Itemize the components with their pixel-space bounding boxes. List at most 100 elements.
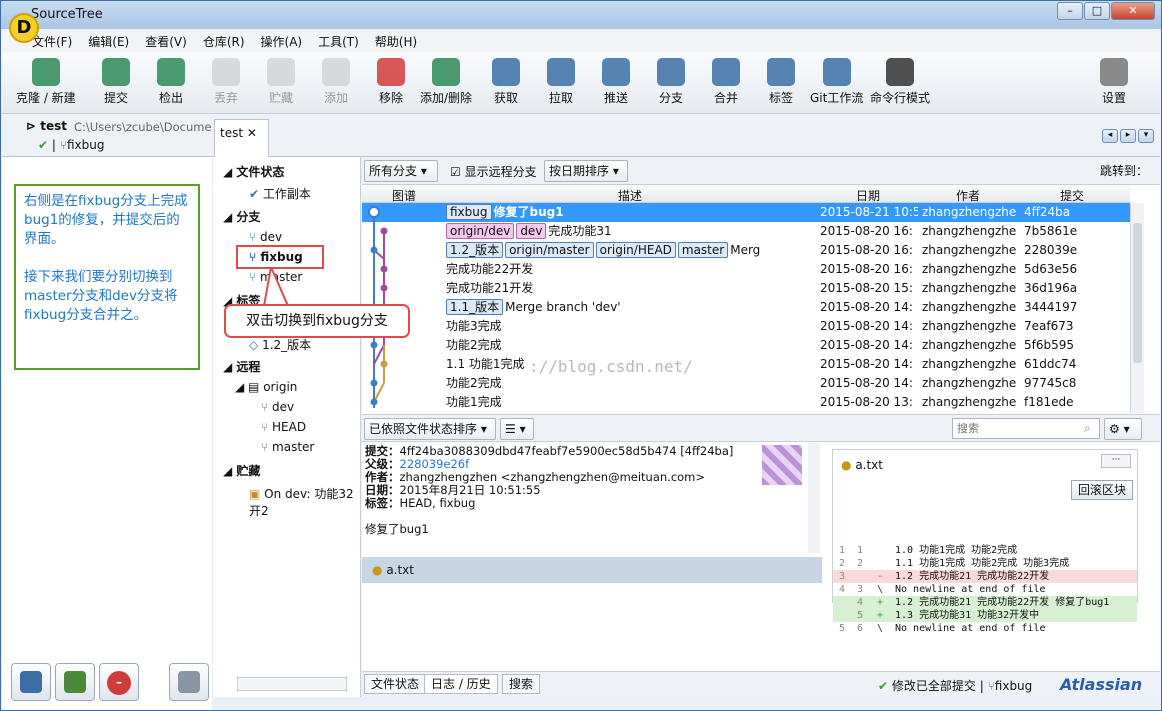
commit-row[interactable]: 1.1 功能1完成 2015-08-20 14: zhangzhengzhe 61dd… xyxy=(362,355,1130,374)
show-remote-checkbox[interactable]: ☑ 显示远程分支 xyxy=(450,163,537,180)
toolbar-icon xyxy=(602,58,630,86)
tab-scroll-right-icon[interactable]: ▸ xyxy=(1120,129,1136,143)
diff-options-button[interactable]: ··· xyxy=(1101,454,1131,468)
commit-row[interactable]: origin/dev dev 完成功能31 2015-08-20 16: zhangzh… xyxy=(362,222,1130,241)
commit-author: zhangzhengzhe xyxy=(922,205,1017,219)
toolbar-button-12[interactable]: 合并 xyxy=(712,58,740,106)
toolbar-button-0[interactable]: 克隆 / 新建 xyxy=(16,58,76,106)
settings-dropdown[interactable]: ⚙ ▾ xyxy=(1104,418,1142,440)
commit-row[interactable]: fixbug 修复了bug1 2015-08-21 10:5 zhangzhengzh… xyxy=(362,203,1130,222)
tab-test[interactable]: test ✕ xyxy=(214,119,269,157)
sidebar-item-remote-dev[interactable]: ⑂ dev xyxy=(261,400,294,414)
toolbar-button-13[interactable]: 标签 xyxy=(767,58,795,106)
add-folder-button[interactable] xyxy=(55,663,95,701)
status-bar: 文件状态 日志 / 历史 搜索 ✔ 修改已全部提交 | ⑂fixbug Atla… xyxy=(362,671,1160,697)
jump-to-button[interactable]: 跳转到： xyxy=(1100,162,1148,179)
tab-file-status[interactable]: 文件状态 xyxy=(364,674,427,694)
sidebar-item-working-copy[interactable]: ✔ 工作副本 xyxy=(249,185,311,202)
branch-filter-dropdown[interactable]: 所有分支 ▾ xyxy=(364,160,438,182)
menu-item-1[interactable]: 编辑(E) xyxy=(88,33,129,50)
toolbar-button-11[interactable]: 分支 xyxy=(657,58,685,106)
add-repo-button[interactable] xyxy=(11,663,51,701)
commit-row[interactable]: 完成功能22开发 2015-08-20 16: zhangzhengzhe 5d63e… xyxy=(362,260,1130,279)
toolbar-button-1[interactable]: 提交 xyxy=(102,58,130,106)
file-sort-dropdown[interactable]: 已依照文件状态排序 ▾ xyxy=(364,418,496,440)
sort-dropdown[interactable]: 按日期排序 ▾ xyxy=(544,160,628,182)
main-area: 所有分支 ▾ ☑ 显示远程分支 按日期排序 ▾ 跳转到： 图谱 描述 日期 作者… xyxy=(362,157,1160,697)
toolbar-button-3[interactable]: 丢弃 xyxy=(212,58,240,106)
commit-list-scrollbar[interactable] xyxy=(1130,203,1144,413)
toolbar-button-6[interactable]: 移除 xyxy=(377,58,405,106)
menu-item-4[interactable]: 操作(A) xyxy=(261,33,303,50)
maximize-button[interactable]: □ xyxy=(1084,2,1110,20)
commit-row[interactable]: 1.2_版本 origin/master origin/HEAD master Merg… xyxy=(362,241,1130,260)
watermark: ://blog.csdn.net/ xyxy=(529,357,693,376)
repo-name[interactable]: ⊳ test xyxy=(26,119,67,133)
toolbar-icon xyxy=(432,58,461,86)
ref-badge: 1.1_版本 xyxy=(446,299,504,315)
commit-row[interactable]: 功能1完成 2015-08-20 13: zhangzhengzhe f181ede xyxy=(362,393,1130,412)
toolbar-icon xyxy=(1100,58,1128,86)
tab-log-history[interactable]: 日志 / 历史 xyxy=(424,674,498,694)
changed-file-row[interactable]: ● a.txt xyxy=(362,557,822,583)
commit-hash: 5f6b595 xyxy=(1024,338,1075,352)
section-file-status[interactable]: ◢ 文件状态 xyxy=(223,163,284,180)
tab-list-icon[interactable]: ▾ xyxy=(1138,129,1154,143)
repo-tab-strip: ⊳ test C:\Users\zcube\Docume ✔ | ⑂fixbug… xyxy=(2,114,1160,157)
parent-link[interactable]: 228039e26f xyxy=(400,457,470,471)
repo-branch: ✔ | ⑂fixbug xyxy=(38,138,105,152)
tree-hscrollbar[interactable] xyxy=(237,677,347,691)
sidebar-item-stash[interactable]: ▣ On dev: 功能32开2 xyxy=(249,485,360,519)
diff-line: 4 +1.2 完成功能21 完成功能22开发 修复了bug1 xyxy=(833,596,1137,609)
details-scrollbar[interactable] xyxy=(808,443,820,553)
toolbar-button-16[interactable]: 设置 xyxy=(1100,58,1128,106)
commit-row[interactable]: 完成功能21开发 2015-08-20 15: zhangzhengzhe 36d19… xyxy=(362,279,1130,298)
commit-row[interactable]: 功能2完成 2015-08-20 14: zhangzhengzhe 97745c8 xyxy=(362,374,1130,393)
sidebar-item-remote-master[interactable]: ⑂ master xyxy=(261,440,314,454)
sidebar-item-remote-head[interactable]: ⑂ HEAD xyxy=(261,420,306,434)
commit-author: zhangzhengzhe xyxy=(922,262,1017,276)
close-tab-icon[interactable]: ✕ xyxy=(247,126,257,140)
toolbar-button-5[interactable]: 添加 xyxy=(322,58,350,106)
sidebar-item-branch-dev[interactable]: ⑂ dev xyxy=(249,230,282,244)
tab-scroll-left-icon[interactable]: ◂ xyxy=(1102,129,1118,143)
repo-settings-button[interactable] xyxy=(169,663,209,701)
commit-date: 2015-08-20 13: xyxy=(820,395,913,409)
search-input[interactable] xyxy=(952,418,1100,439)
menu-item-5[interactable]: 工具(T) xyxy=(318,33,359,50)
menu-item-0[interactable]: 文件(F) xyxy=(32,33,72,50)
toolbar-button-8[interactable]: 获取 xyxy=(492,58,520,106)
toolbar-button-9[interactable]: 拉取 xyxy=(547,58,575,106)
commit-row[interactable]: 功能3完成 2015-08-20 14: zhangzhengzhe 7eaf673 xyxy=(362,317,1130,336)
col-description[interactable]: 描述 xyxy=(618,187,642,204)
toolbar-button-10[interactable]: 推送 xyxy=(602,58,630,106)
toolbar-button-2[interactable]: 检出 xyxy=(157,58,185,106)
menu-item-6[interactable]: 帮助(H) xyxy=(375,33,417,50)
commit-description: 完成功能31 xyxy=(548,224,612,238)
tab-search[interactable]: 搜索 xyxy=(502,674,541,694)
menu-item-2[interactable]: 查看(V) xyxy=(145,33,187,50)
remove-repo-button[interactable]: – xyxy=(99,663,139,701)
col-date[interactable]: 日期 xyxy=(856,187,880,204)
section-remotes[interactable]: ◢ 远程 xyxy=(223,358,260,375)
title-bar: SourceTree – □ ✕ xyxy=(1,1,1161,29)
section-stashes[interactable]: ◢ 贮藏 xyxy=(223,462,260,479)
commit-row[interactable]: 1.1_版本 Merge branch 'dev' 2015-08-20 14: zh… xyxy=(362,298,1130,317)
sidebar-item-tag[interactable]: ◇ 1.2_版本 xyxy=(249,336,311,353)
toolbar-label: 标签 xyxy=(768,91,793,105)
toolbar-button-4[interactable]: 贮藏 xyxy=(267,58,295,106)
menu-item-3[interactable]: 仓库(R) xyxy=(203,33,245,50)
sidebar-item-origin[interactable]: ◢ ▤ origin xyxy=(235,380,297,394)
col-author[interactable]: 作者 xyxy=(956,187,980,204)
revert-hunk-button[interactable]: 回滚区块 xyxy=(1070,480,1133,500)
toolbar-button-14[interactable]: Git工作流 xyxy=(810,58,863,106)
col-graph[interactable]: 图谱 xyxy=(392,187,416,204)
minimize-button[interactable]: – xyxy=(1057,2,1083,20)
toolbar-button-15[interactable]: 命令行模式 xyxy=(870,58,930,106)
toolbar-button-7[interactable]: 添加/删除 xyxy=(420,58,472,106)
view-mode-dropdown[interactable]: ☰ ▾ xyxy=(500,418,534,440)
close-window-button[interactable]: ✕ xyxy=(1111,2,1155,20)
col-commit[interactable]: 提交 xyxy=(1060,187,1084,204)
commit-row[interactable]: 功能2完成 2015-08-20 14: zhangzhengzhe 5f6b595 xyxy=(362,336,1130,355)
section-branches[interactable]: ◢ 分支 xyxy=(223,208,260,225)
